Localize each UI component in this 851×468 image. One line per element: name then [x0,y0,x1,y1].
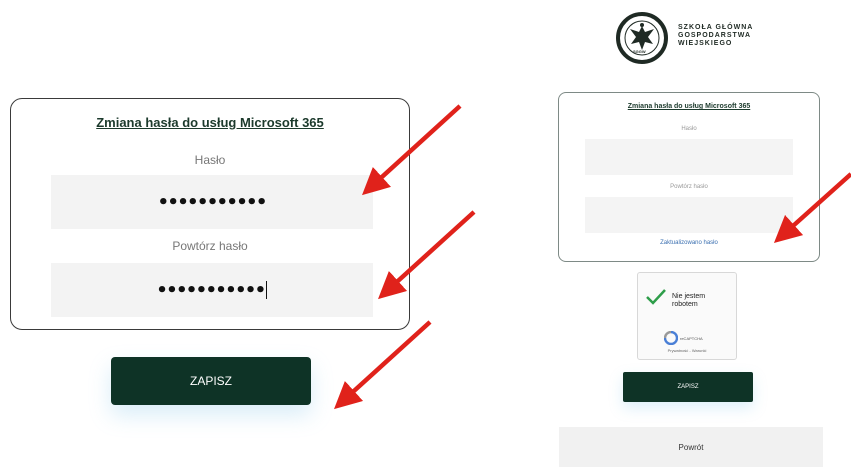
repeat-password-input[interactable]: ••••••••••• [51,263,373,317]
repeat-password-value: ••••••••••• [156,279,266,301]
arrow-to-save [334,320,432,410]
save-button-small[interactable]: ZAPISZ [623,372,753,402]
repeat-password-label: Powtórz hasło [172,239,248,253]
password-input[interactable]: ••••••••••• [51,175,373,229]
sggw-logo-icon [616,12,668,64]
checkmark-icon[interactable] [645,287,667,305]
password-updated-link[interactable]: Zaktualizowano hasło [559,240,819,246]
logo-line-3: WIEJSKIEGO [678,40,733,47]
back-button[interactable]: Powrót [559,427,823,467]
password-label-small: Hasło [681,126,697,132]
repeat-password-input-small[interactable] [585,197,793,233]
password-change-card: Zmiana hasła do usług Microsoft 365 Hasł… [10,98,410,330]
password-value: ••••••••••• [157,191,267,213]
captcha-label-line-1: Nie jestem [672,293,706,300]
password-input-small[interactable] [585,139,793,175]
password-change-card-small: Zmiana hasła do usług Microsoft 365 Hasł… [558,92,820,262]
logo-ring-text: SGGW [633,49,646,54]
recaptcha-logo-icon [664,331,678,345]
recaptcha-widget[interactable]: Nie jestem robotem reCAPTCHA Prywatność … [637,272,737,360]
password-label: Hasło [194,153,226,167]
captcha-label: Nie jestem robotem [672,293,705,309]
text-caret [265,281,268,299]
repeat-password-label-small: Powtórz hasło [670,184,708,190]
save-button[interactable]: ZAPISZ [111,357,311,405]
form-title-small: Zmiana hasła do usług Microsoft 365 [627,103,751,110]
recaptcha-links[interactable]: Prywatność - Warunki [638,348,736,353]
recaptcha-brand: reCAPTCHA [680,336,703,341]
form-title: Zmiana hasła do usług Microsoft 365 [96,115,324,130]
logo-line-1: SZKOŁA GŁÓWNA [678,24,754,31]
logo-wordmark: SZKOŁA GŁÓWNA GOSPODARSTWA WIEJSKIEGO [678,24,753,48]
logo-line-2: GOSPODARSTWA [678,32,752,39]
captcha-label-line-2: robotem [672,301,698,308]
